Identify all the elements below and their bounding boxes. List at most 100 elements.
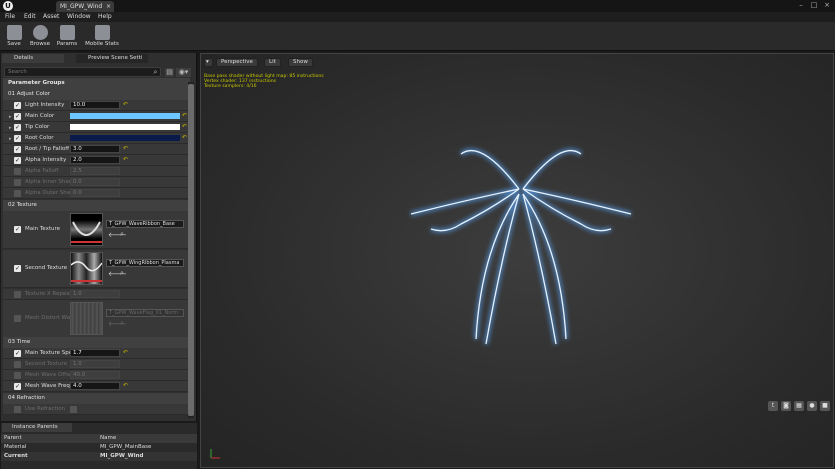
header-name: Name (100, 435, 117, 441)
checkbox-main-color[interactable]: ✓ (14, 113, 21, 120)
view-options-icon[interactable]: ▤ (165, 68, 174, 77)
reset-icon[interactable]: ↶ (123, 350, 129, 356)
viewport-options-icon[interactable]: ▾ (204, 58, 213, 67)
save-button[interactable]: Save (1, 23, 27, 50)
checkbox-alpha-intensity[interactable]: ✓ (14, 157, 21, 164)
cube-icon[interactable]: ■ (820, 401, 830, 411)
perspective-button[interactable]: Perspective (216, 58, 258, 67)
mobile-stats-button[interactable]: Mobile Stats (84, 23, 120, 50)
row-alpha-outer-sharp: Alpha Outer Sharp 0.0 (3, 188, 190, 199)
name-cell: MI_GPW_Wind (100, 453, 144, 459)
menu-help[interactable]: Help (98, 12, 112, 22)
alpha-outer-sharp-field[interactable]: 0.0 (70, 189, 120, 197)
checkbox-alpha-outer-sharp[interactable] (14, 190, 21, 197)
root-tip-falloff-field[interactable]: 3.0 (70, 145, 120, 153)
checkbox-second-texture-speed[interactable] (14, 361, 21, 368)
camera-icon[interactable]: ◙ (781, 401, 791, 411)
tab-instance-parents[interactable]: Instance Parents (2, 423, 72, 432)
mesh-wave-freq-field[interactable]: 4.0 (70, 382, 120, 390)
reset-icon[interactable]: ↶ (123, 383, 129, 389)
root-color-swatch[interactable] (70, 135, 180, 141)
save-label: Save (7, 41, 21, 47)
checkbox-mesh-wave-freq[interactable]: ✓ (14, 383, 21, 390)
sphere-icon[interactable]: ● (807, 401, 817, 411)
mesh-distort-asset-combo[interactable]: T_GPW_WaveFlag_01_Norm (106, 309, 184, 317)
group-03-time[interactable]: 03 Time (3, 337, 190, 348)
row-mesh-wave-offset: Mesh Wave Offse 40.0 (3, 370, 190, 381)
minimize-icon[interactable]: – (795, 0, 807, 10)
label-alpha-falloff: Alpha Falloff (25, 168, 59, 174)
lit-button[interactable]: Lit (264, 58, 281, 67)
checkbox-mesh-wave-offset[interactable] (14, 372, 21, 379)
checkbox-light-intensity[interactable]: ✓ (14, 102, 21, 109)
second-texture-thumbnail[interactable] (70, 252, 103, 285)
window-close-icon[interactable]: × (821, 0, 833, 10)
second-texture-speed-field[interactable]: 1.0 (70, 360, 120, 368)
alpha-inner-sharp-field[interactable]: 0.0 (70, 178, 120, 186)
details-scrollbar-thumb[interactable] (188, 84, 194, 416)
checkbox-tip-color[interactable]: ✓ (14, 124, 21, 131)
alpha-falloff-field[interactable]: 2.5 (70, 167, 120, 175)
show-button[interactable]: Show (288, 58, 313, 67)
light-intensity-field[interactable]: 10.0 (70, 101, 120, 109)
menu-asset[interactable]: Asset (43, 12, 59, 22)
eye-icon[interactable]: ◉▾ (176, 68, 191, 77)
row-texture-x-repeat: Texture X Repeat 1.0 (3, 289, 190, 300)
label-mesh-distort-wave: Mesh Distort Wav (25, 315, 74, 321)
expand-icon[interactable]: ▸ (9, 125, 12, 131)
main-color-swatch[interactable] (70, 113, 180, 119)
browse-button[interactable]: Browse (27, 23, 53, 50)
parent-cell: Material (4, 444, 27, 450)
checkbox-texture-x-repeat[interactable] (14, 291, 21, 298)
checkbox-alpha-falloff[interactable] (14, 168, 21, 175)
label-tip-color: Tip Color (25, 124, 50, 130)
main-texture-thumbnail[interactable] (70, 213, 103, 246)
checkbox-second-texture[interactable]: ✓ (14, 265, 21, 272)
expand-icon[interactable]: ▸ (9, 136, 12, 142)
tab-details[interactable]: Details (2, 54, 64, 63)
maximize-icon[interactable]: □ (808, 0, 820, 10)
checkbox-alpha-inner-sharp[interactable] (14, 179, 21, 186)
browse-asset-icon[interactable]: ⌕ (120, 230, 124, 239)
label-root-color: Root Color (25, 135, 54, 141)
preview-viewport[interactable]: ▾ Perspective Lit Show Base pass shader … (200, 53, 834, 468)
expand-icon[interactable]: ▸ (9, 114, 12, 120)
menu-window[interactable]: Window (67, 12, 91, 22)
tab-preview-scene-settings[interactable]: Preview Scene Setti (76, 54, 148, 63)
label-alpha-inner-sharp: Alpha Inner Sharp (25, 179, 75, 185)
table-row[interactable]: Current MI_GPW_Wind (1, 452, 197, 461)
reset-icon[interactable]: ↶ (123, 146, 129, 152)
params-button[interactable]: Params (54, 23, 80, 50)
checkbox-mesh-distort-wave[interactable] (14, 315, 21, 322)
twitter-icon[interactable]: t (768, 401, 778, 411)
close-tab-icon[interactable]: × (106, 1, 111, 12)
checkbox-use-refraction[interactable] (14, 406, 21, 413)
checkbox-main-texture-speed[interactable]: ✓ (14, 350, 21, 357)
reset-icon[interactable]: ↶ (123, 102, 129, 108)
browse-asset-icon[interactable]: ⌕ (120, 319, 124, 328)
row-mesh-distort-wave: Mesh Distort Wav T_GPW_WaveFlag_01_Norm … (3, 300, 190, 338)
group-01-adjust-color[interactable]: 01 Adjust Color (3, 89, 190, 100)
group-04-refraction[interactable]: 04 Refraction (3, 393, 190, 404)
group-02-texture[interactable]: 02 Texture (3, 200, 190, 211)
table-row[interactable]: Material MI_GPW_MainBase (1, 443, 197, 452)
search-input[interactable]: Search (4, 67, 161, 77)
alpha-intensity-field[interactable]: 2.0 (70, 156, 120, 164)
use-refraction-value-checkbox[interactable] (70, 406, 77, 413)
checkbox-root-tip-falloff[interactable]: ✓ (14, 146, 21, 153)
tip-color-swatch[interactable] (70, 124, 180, 130)
grid-icon[interactable]: ▦ (794, 401, 804, 411)
second-texture-asset-combo[interactable]: T_GPW_WingRibbon_Plasma (106, 259, 184, 267)
main-texture-asset-combo[interactable]: T_GPW_WaveRibbon_Base (106, 220, 184, 228)
checkbox-main-texture[interactable]: ✓ (14, 226, 21, 233)
mesh-wave-offset-field[interactable]: 40.0 (70, 371, 120, 379)
mesh-distort-thumbnail[interactable] (70, 302, 103, 335)
browse-asset-icon[interactable]: ⌕ (120, 269, 124, 278)
menu-file[interactable]: File (5, 12, 15, 22)
texture-x-repeat-field[interactable]: 1.0 (70, 290, 120, 298)
reset-icon[interactable]: ↶ (123, 157, 129, 163)
document-tab[interactable]: MI_GPW_Wind × (56, 1, 114, 12)
main-texture-speed-field[interactable]: 1.7 (70, 349, 120, 357)
checkbox-root-color[interactable]: ✓ (14, 135, 21, 142)
menu-edit[interactable]: Edit (24, 12, 36, 22)
